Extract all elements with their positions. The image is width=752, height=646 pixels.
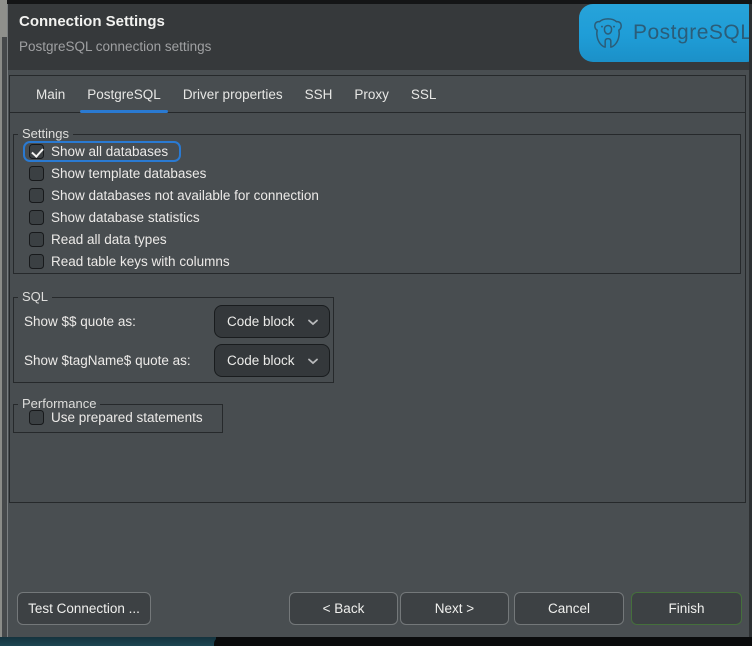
background-window-strip-top bbox=[0, 0, 7, 37]
background-window-band bbox=[0, 37, 2, 637]
tab-label: PostgreSQL bbox=[87, 87, 161, 102]
focus-ring: Read table keys with columns bbox=[23, 251, 243, 272]
tagname-quote-dropdown[interactable]: Code block bbox=[214, 344, 330, 377]
tagname-quote-label: Show $tagName$ quote as: bbox=[24, 353, 191, 368]
connection-settings-dialog: Connection Settings PostgreSQL connectio… bbox=[7, 4, 752, 637]
tab-label: SSL bbox=[411, 87, 437, 102]
tab-label: Proxy bbox=[354, 87, 389, 102]
tab-ssh[interactable]: SSH bbox=[294, 76, 344, 113]
cancel-button[interactable]: Cancel bbox=[514, 592, 624, 625]
background-window-corner bbox=[214, 637, 752, 646]
tab-postgresql[interactable]: PostgreSQL bbox=[76, 76, 172, 113]
settings-group: Settings Show all databases Show templat… bbox=[13, 134, 741, 274]
focus-ring: Use prepared statements bbox=[23, 407, 216, 428]
tab-content-panel: Main PostgreSQL Driver properties SSH Pr… bbox=[9, 75, 746, 503]
checkbox-show-database-statistics[interactable]: Show database statistics bbox=[14, 206, 740, 228]
tab-label: Driver properties bbox=[183, 87, 283, 102]
tab-driver-properties[interactable]: Driver properties bbox=[172, 76, 294, 113]
dropdown-value: Code block bbox=[227, 314, 295, 329]
checkbox-box[interactable] bbox=[29, 410, 44, 425]
test-connection-button[interactable]: Test Connection ... bbox=[17, 592, 151, 625]
back-button[interactable]: < Back bbox=[289, 592, 398, 625]
dialog-header: Connection Settings PostgreSQL connectio… bbox=[8, 4, 752, 70]
chevron-down-icon bbox=[307, 318, 319, 326]
checkbox-box[interactable] bbox=[29, 166, 44, 181]
checkbox-read-all-data-types[interactable]: Read all data types bbox=[14, 228, 740, 250]
focus-ring: Show all databases bbox=[23, 141, 181, 162]
checkbox-label: Read all data types bbox=[51, 232, 167, 247]
postgresql-badge-label: PostgreSQL bbox=[633, 21, 752, 45]
checkbox-show-databases-not-available[interactable]: Show databases not available for connect… bbox=[14, 184, 740, 206]
checkbox-show-template-databases[interactable]: Show template databases bbox=[14, 162, 740, 184]
settings-checkbox-list: Show all databases Show template databas… bbox=[14, 140, 740, 272]
next-button[interactable]: Next > bbox=[400, 592, 509, 625]
dollar-quote-dropdown[interactable]: Code block bbox=[214, 305, 330, 338]
performance-checkbox-list: Use prepared statements bbox=[14, 406, 222, 428]
performance-group: Performance Use prepared statements bbox=[13, 404, 223, 433]
tab-proxy[interactable]: Proxy bbox=[343, 76, 400, 113]
postgresql-logo-icon bbox=[591, 17, 625, 49]
checkbox-use-prepared-statements[interactable]: Use prepared statements bbox=[14, 406, 222, 428]
checkbox-box[interactable] bbox=[29, 232, 44, 247]
dollar-quote-row: Show $$ quote as: Code block bbox=[14, 305, 333, 338]
tab-label: Main bbox=[36, 87, 65, 102]
checkbox-box[interactable] bbox=[29, 210, 44, 225]
tab-bar: Main PostgreSQL Driver properties SSH Pr… bbox=[10, 76, 745, 113]
dropdown-value: Code block bbox=[227, 353, 295, 368]
checkbox-label: Show template databases bbox=[51, 166, 206, 181]
checkbox-read-table-keys[interactable]: Read table keys with columns bbox=[14, 250, 740, 272]
postgresql-badge: PostgreSQL bbox=[579, 4, 752, 62]
background-taskbar bbox=[0, 637, 752, 646]
tagname-quote-row: Show $tagName$ quote as: Code block bbox=[14, 344, 333, 377]
dollar-quote-label: Show $$ quote as: bbox=[24, 314, 136, 329]
chevron-down-icon bbox=[307, 357, 319, 365]
page-subtitle: PostgreSQL connection settings bbox=[19, 39, 211, 54]
tab-label: SSH bbox=[305, 87, 333, 102]
focus-ring: Read all data types bbox=[23, 229, 180, 250]
checkbox-show-all-databases[interactable]: Show all databases bbox=[14, 140, 740, 162]
tab-ssl[interactable]: SSL bbox=[400, 76, 448, 113]
focus-ring: Show template databases bbox=[23, 163, 219, 184]
checkbox-box[interactable] bbox=[29, 254, 44, 269]
checkbox-label: Use prepared statements bbox=[51, 410, 203, 425]
page-title: Connection Settings bbox=[19, 13, 165, 30]
active-tab-underline bbox=[80, 110, 168, 113]
checkbox-label: Show databases not available for connect… bbox=[51, 188, 319, 203]
finish-button[interactable]: Finish bbox=[631, 592, 742, 625]
sql-group: SQL Show $$ quote as: Code block Show $t… bbox=[13, 297, 334, 383]
checkbox-box[interactable] bbox=[29, 188, 44, 203]
focus-ring: Show databases not available for connect… bbox=[23, 185, 332, 206]
focus-ring: Show database statistics bbox=[23, 207, 213, 228]
taskbar-teal-segment bbox=[0, 637, 216, 646]
sql-group-label: SQL bbox=[18, 289, 52, 304]
checkbox-label: Read table keys with columns bbox=[51, 254, 230, 269]
tab-main[interactable]: Main bbox=[25, 76, 76, 113]
checkbox-label: Show all databases bbox=[51, 144, 168, 159]
checkbox-box[interactable] bbox=[29, 144, 44, 159]
settings-group-label: Settings bbox=[18, 126, 73, 141]
checkbox-label: Show database statistics bbox=[51, 210, 200, 225]
